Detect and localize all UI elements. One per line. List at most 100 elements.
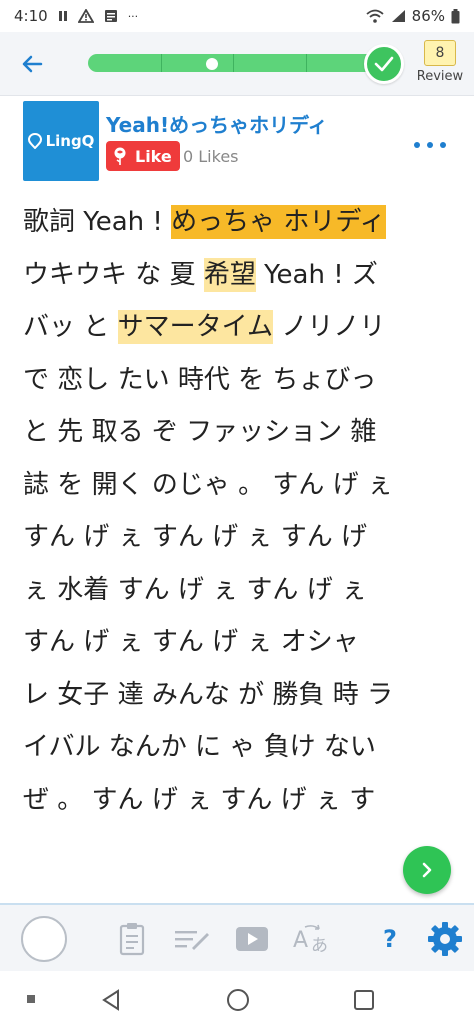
word[interactable]: げ [212,627,238,657]
word[interactable]: みんな [152,680,230,710]
word[interactable]: を [57,470,83,500]
next-page-button[interactable] [403,846,451,894]
word[interactable]: 夏 [170,260,196,290]
word[interactable]: すん [220,785,272,815]
word[interactable]: 水着 [57,575,109,605]
word[interactable]: ぇ [315,785,341,815]
word[interactable]: ない [324,732,376,762]
word[interactable]: ズ [352,260,378,290]
word[interactable]: ちょびっ [272,365,376,395]
word[interactable]: ノリノリ [281,312,385,342]
word[interactable]: げ [307,575,333,605]
translate-button[interactable]: Aあ [290,919,332,959]
word[interactable]: Yeah [264,260,325,290]
word[interactable]: げ [83,627,109,657]
back-button[interactable] [14,48,50,80]
word[interactable]: すん [152,522,204,552]
word[interactable]: げ [83,522,109,552]
word[interactable]: すん [23,522,75,552]
word[interactable]: げ [341,522,367,552]
word[interactable]: ぇ [23,575,49,605]
word[interactable]: 雑 [350,417,376,447]
clipboard-button[interactable] [114,919,150,959]
word[interactable]: イバル [23,732,100,762]
word[interactable]: げ [212,522,238,552]
word[interactable]: ぇ [367,470,393,500]
word[interactable]: すん [281,522,333,552]
word-separator [316,732,324,762]
word[interactable]: ぞ [152,417,178,447]
word[interactable]: 恋し [57,365,109,395]
like-button[interactable]: Like [106,141,180,171]
review-button[interactable]: 8 Review [416,40,464,84]
word[interactable]: のじゃ [152,470,230,500]
word[interactable]: ぇ [118,522,144,552]
help-button[interactable]: ? [372,919,408,959]
word[interactable]: たい [118,365,170,395]
word[interactable]: すん [152,627,204,657]
word[interactable]: すん [92,785,144,815]
lesson-progress-bar[interactable] [88,54,388,72]
home-button[interactable] [224,987,252,1013]
word[interactable]: 女子 [57,680,109,710]
word[interactable]: ぇ [246,627,272,657]
more-options-button[interactable] [414,135,446,155]
word[interactable]: 時 [333,680,359,710]
highlighted-word[interactable]: 希望 [203,257,256,292]
word[interactable]: ウキウキ [23,260,127,290]
progress-marker[interactable] [206,58,218,70]
word[interactable]: げ [333,470,359,500]
word[interactable]: 開く [92,470,144,500]
word[interactable]: と [23,417,49,447]
recents-button[interactable] [24,987,38,1011]
text-line: バッ と サマータイム ノリノリ [23,301,443,354]
settings-button[interactable] [424,919,466,959]
word[interactable]: す [349,785,375,815]
word[interactable]: ぇ [186,785,212,815]
word[interactable]: で [23,365,49,395]
word[interactable]: げ [281,785,307,815]
word[interactable]: ラ [367,680,393,710]
video-button[interactable] [232,919,272,959]
word[interactable]: 先 [57,417,83,447]
word[interactable]: Yeah [83,207,144,237]
word[interactable]: が [238,680,264,710]
word[interactable]: すん [23,627,75,657]
word[interactable]: すん [272,470,324,500]
highlighted-word[interactable]: ホリディ [283,205,386,239]
word[interactable]: すん [118,575,170,605]
word[interactable]: すん [246,575,298,605]
word[interactable]: 取る [92,417,144,447]
highlighted-word[interactable]: めっちゃ [171,205,276,239]
word[interactable]: ぜ [23,785,49,815]
word[interactable]: ファッション [186,417,342,447]
word[interactable]: 達 [118,680,144,710]
word[interactable]: バッ [23,312,75,342]
word[interactable]: を [238,365,264,395]
overview-button[interactable] [350,987,378,1013]
word[interactable]: ぇ [341,575,367,605]
word[interactable]: ぇ [212,575,238,605]
word[interactable]: オシャ [281,627,359,657]
word[interactable]: 時代 [178,365,230,395]
word[interactable]: と [83,312,109,342]
word[interactable]: に [195,732,221,762]
word[interactable]: 歌詞 [23,207,75,237]
word[interactable]: げ [178,575,204,605]
system-back-button[interactable] [98,987,124,1013]
word[interactable]: な [135,260,161,290]
word[interactable]: ゃ [229,732,255,762]
word[interactable]: 誌 [23,470,49,500]
word[interactable]: レ [23,680,49,710]
lesson-title[interactable]: Yeah!めっちゃホリディ [106,109,328,138]
word[interactable]: 勝負 [272,680,324,710]
audio-circle-button[interactable] [21,916,67,962]
word[interactable]: ぇ [118,627,144,657]
edit-lines-button[interactable] [172,919,212,959]
word[interactable]: げ [152,785,178,815]
highlighted-word[interactable]: サマータイム [117,310,274,344]
word[interactable]: 負け [264,732,316,762]
word[interactable]: なんか [109,732,187,762]
word[interactable]: ぇ [246,522,272,552]
lesson-complete-button[interactable] [364,44,404,84]
